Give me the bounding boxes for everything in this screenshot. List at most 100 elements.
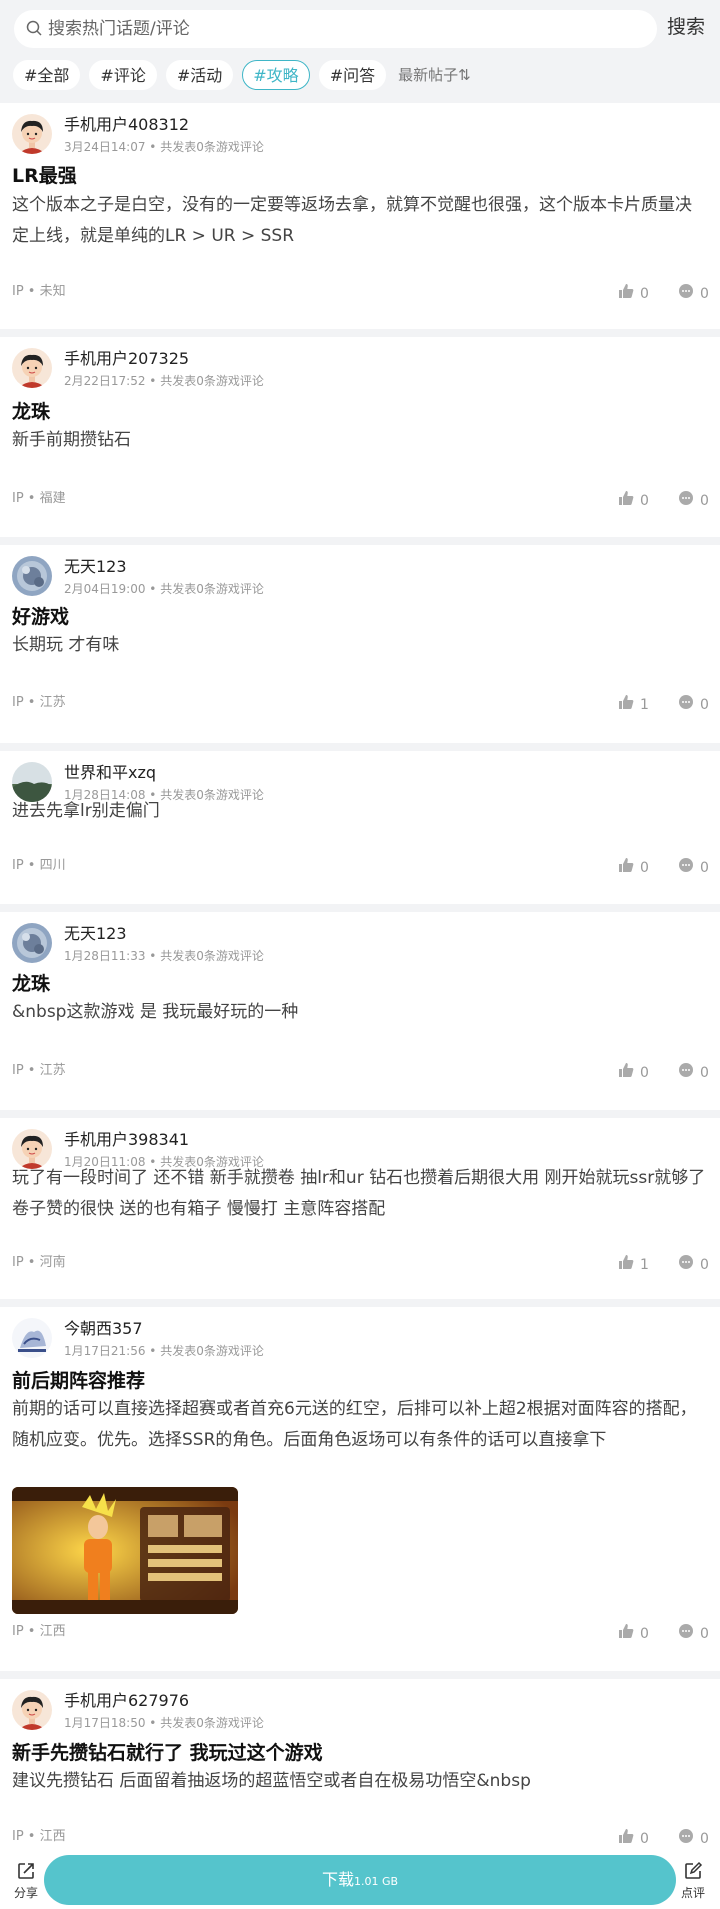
post-body[interactable]: 新手前期攒钻石 (12, 425, 708, 456)
comment-count: 0 (700, 1625, 709, 1642)
post-card[interactable]: 手机用户398341 1月20日11:08 • 共发表0条游戏评论 玩了有一段时间了… (0, 1118, 720, 1299)
like-button[interactable]: 1 (618, 694, 649, 715)
post-divider (0, 537, 720, 545)
post-divider (0, 743, 720, 751)
post-divider (0, 1299, 720, 1307)
post-divider (0, 329, 720, 337)
post-body[interactable]: 进去先拿lr别走偏门 (12, 796, 708, 827)
edit-icon (685, 1861, 703, 1879)
post-body[interactable]: &nbsp这款游戏 是 我玩最好玩的一种 (12, 997, 708, 1028)
user-avatar[interactable] (12, 114, 52, 154)
tag-all[interactable]: #全部 (13, 60, 81, 90)
user-avatar[interactable] (12, 348, 52, 388)
post-title[interactable]: 龙珠 (12, 400, 50, 424)
search-button[interactable]: 搜索 (667, 15, 705, 39)
ip-location: IP • 江西 (12, 1829, 66, 1844)
tag-activity[interactable]: #活动 (165, 60, 234, 90)
post-meta: 1月28日11:33 • 共发表0条游戏评论 (64, 949, 264, 963)
post-body[interactable]: 长期玩 才有味 (12, 630, 708, 661)
user-name[interactable]: 手机用户398341 (64, 1130, 189, 1150)
like-count: 0 (640, 1830, 649, 1847)
post-title[interactable]: 前后期阵容推荐 (12, 1369, 145, 1393)
thumbs-up-icon (618, 694, 640, 715)
post-meta: 2月22日17:52 • 共发表0条游戏评论 (64, 374, 264, 388)
user-name[interactable]: 手机用户627976 (64, 1691, 189, 1711)
tag-review[interactable]: #评论 (89, 60, 157, 90)
post-body[interactable]: 前期的话可以直接选择超赛或者首充6元送的红空，后排可以补上超2根据对面阵容的搭配… (12, 1394, 708, 1456)
search-input[interactable]: 搜索热门话题/评论 (14, 10, 657, 48)
share-button[interactable]: 分享 (10, 1861, 42, 1901)
comment-count: 0 (700, 285, 709, 302)
thumbs-up-icon (618, 1062, 640, 1083)
comment-button[interactable]: 0 (678, 694, 709, 715)
post-divider (0, 1671, 720, 1679)
search-header: 搜索热门话题/评论 搜索 #全部 #评论 #活动 #攻略 #问答 最新帖子⇅ (0, 0, 720, 103)
comment-icon (678, 1062, 700, 1083)
post-title[interactable]: 龙珠 (12, 972, 50, 996)
like-button[interactable]: 0 (618, 857, 649, 878)
user-name[interactable]: 无天123 (64, 557, 127, 577)
like-button[interactable]: 1 (618, 1254, 649, 1275)
post-card[interactable]: 今朝西357 1月17日21:56 • 共发表0条游戏评论 前后期阵容推荐 前期的话可… (0, 1307, 720, 1670)
post-card[interactable]: 无天123 1月28日11:33 • 共发表0条游戏评论 龙珠 &nbsp这款游戏 是… (0, 912, 720, 1110)
post-body[interactable]: 这个版本之子是白空，没有的一定要等返场去拿，就算不觉醒也很强，这个版本卡片质量决… (12, 190, 708, 252)
comment-button[interactable]: 0 (678, 857, 709, 878)
tag-qa[interactable]: #问答 (318, 60, 387, 90)
user-avatar[interactable] (12, 1318, 52, 1358)
ip-location: IP • 未知 (12, 284, 66, 299)
like-button[interactable]: 0 (618, 1062, 649, 1083)
post-card[interactable]: 无天123 2月04日19:00 • 共发表0条游戏评论 好游戏 长期玩 才有味 IP … (0, 545, 720, 743)
like-count: 0 (640, 1625, 649, 1642)
thumbs-up-icon (618, 283, 640, 304)
thumbs-up-icon (618, 1828, 640, 1849)
ip-location: IP • 江苏 (12, 1063, 66, 1078)
like-count: 0 (640, 285, 649, 302)
comment-button[interactable]: 0 (678, 1623, 709, 1644)
thumbs-up-icon (618, 1623, 640, 1644)
like-button[interactable]: 0 (618, 1623, 649, 1644)
comment-count: 0 (700, 859, 709, 876)
user-name[interactable]: 无天123 (64, 924, 127, 944)
like-count: 0 (640, 492, 649, 509)
like-button[interactable]: 0 (618, 490, 649, 511)
post-title[interactable]: 好游戏 (12, 605, 69, 629)
like-button[interactable]: 0 (618, 1828, 649, 1849)
user-avatar[interactable] (12, 923, 52, 963)
tag-guide[interactable]: #攻略 (242, 60, 310, 90)
post-body[interactable]: 玩了有一段时间了 还不错 新手就攒卷 抽lr和ur 钻石也攒着后期很大用 刚开始… (12, 1163, 708, 1225)
comment-button[interactable]: 0 (678, 490, 709, 511)
post-title[interactable]: LR最强 (12, 164, 77, 188)
like-button[interactable]: 0 (618, 283, 649, 304)
comment-button[interactable]: 0 (678, 1254, 709, 1275)
post-title[interactable]: 新手先攒钻石就行了 我玩过这个游戏 (12, 1741, 323, 1765)
comment-count: 0 (700, 1256, 709, 1273)
share-label: 分享 (13, 1886, 38, 1900)
comment-icon (678, 857, 700, 878)
user-avatar[interactable] (12, 556, 52, 596)
tag-filter-bar: #全部 #评论 #活动 #攻略 #问答 最新帖子⇅ (13, 59, 471, 91)
comment-button[interactable]: 0 (678, 1828, 709, 1849)
post-card[interactable]: 手机用户408312 3月24日14:07 • 共发表0条游戏评论 LR最强 这个版本… (0, 103, 720, 329)
review-button[interactable]: 点评 (675, 1861, 711, 1901)
user-name[interactable]: 今朝西357 (64, 1319, 143, 1339)
user-avatar[interactable] (12, 1690, 52, 1730)
comment-icon (678, 1254, 700, 1275)
sort-latest[interactable]: 最新帖子⇅ (398, 60, 471, 90)
comment-button[interactable]: 0 (678, 1062, 709, 1083)
post-card[interactable]: 手机用户207325 2月22日17:52 • 共发表0条游戏评论 龙珠 新手前期攒钻… (0, 337, 720, 536)
post-image[interactable] (12, 1487, 238, 1614)
download-size: 1.01 GB (353, 1875, 399, 1888)
user-name[interactable]: 世界和平xzq (64, 763, 156, 783)
like-count: 1 (640, 696, 649, 713)
ip-location: IP • 河南 (12, 1255, 66, 1270)
post-divider (0, 1110, 720, 1118)
post-card[interactable]: 世界和平xzq 1月28日14:08 • 共发表0条游戏评论 进去先拿lr别走偏门 I… (0, 751, 720, 904)
comment-icon (678, 283, 700, 304)
user-name[interactable]: 手机用户207325 (64, 349, 189, 369)
comment-button[interactable]: 0 (678, 283, 709, 304)
download-button[interactable]: 下载1.01 GB (44, 1855, 676, 1905)
thumbs-up-icon (618, 1254, 640, 1275)
user-name[interactable]: 手机用户408312 (64, 115, 189, 135)
post-body[interactable]: 建议先攒钻石 后面留着抽返场的超蓝悟空或者自在极易功悟空&nbsp (12, 1766, 708, 1797)
like-count: 0 (640, 1064, 649, 1081)
